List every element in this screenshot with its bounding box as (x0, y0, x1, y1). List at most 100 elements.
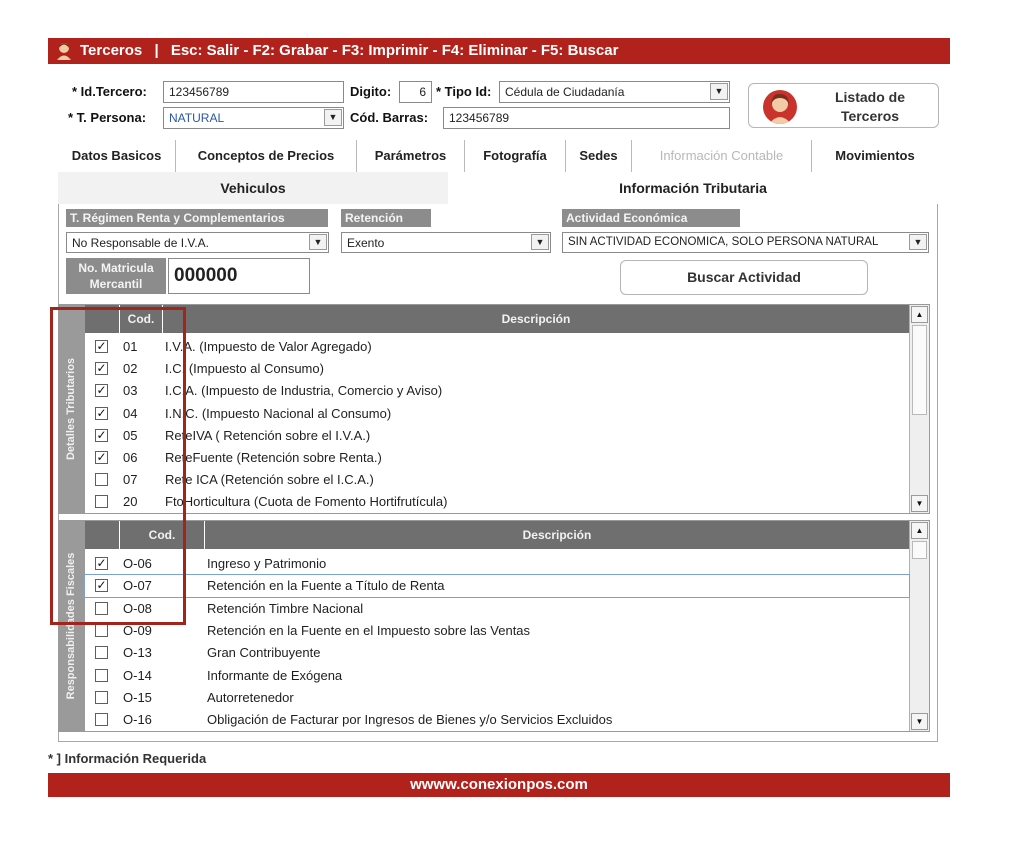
row-descripcion: Retención en la Fuente en el Impuesto so… (207, 622, 531, 638)
responsabilidades-fiscales-grid: Cod. Descripción ▲ ▼ ✓ O-06 Ingreso y Patr… (84, 520, 930, 732)
tab-sedes[interactable]: Sedes (566, 140, 632, 172)
table-row[interactable]: ✓ 03 I.C.A. (Impuesto de Industria, Comerc… (85, 380, 909, 402)
table-row[interactable]: ✓ 06 ReteFuente (Retención sobre Renta.) (85, 447, 909, 469)
tipo-persona-value: NATURAL (169, 111, 225, 125)
required-note: * ] Información Requerida (48, 751, 207, 766)
row-descripcion: I.N.C. (Impuesto Nacional al Consumo) (165, 405, 392, 421)
subtab-informacion-tributaria[interactable]: Información Tributaria (448, 172, 938, 204)
tab-movimientos[interactable]: Movimientos (812, 140, 938, 172)
chevron-down-icon[interactable]: ▼ (710, 83, 728, 100)
scroll-up-icon[interactable]: ▲ (911, 306, 928, 323)
row-descripcion: Retención Timbre Nacional (207, 600, 364, 616)
row-checkbox[interactable] (95, 623, 108, 637)
responsabilidades-scrollbar[interactable]: ▲ ▼ (909, 521, 929, 731)
scroll-thumb[interactable] (912, 325, 927, 415)
header-descripcion: Descripción (205, 521, 909, 549)
table-row[interactable]: O-15 Autorretenedor (85, 687, 909, 709)
table-row[interactable]: 07 Rete ICA (Retención sobre el I.C.A.) (85, 469, 909, 491)
chevron-down-icon[interactable]: ▼ (531, 234, 549, 250)
id-tercero-field[interactable]: 123456789 (163, 81, 344, 103)
tab-conceptos-precios[interactable]: Conceptos de Precios (176, 140, 357, 172)
title-bar: Terceros | Esc: Salir - F2: Grabar - F3:… (48, 38, 950, 64)
row-checkbox[interactable] (95, 713, 108, 727)
regimen-value: No Responsable de I.V.A. (72, 236, 209, 250)
user-icon (57, 43, 71, 60)
chevron-down-icon[interactable]: ▼ (324, 109, 342, 126)
tab-parametros[interactable]: Parámetros (357, 140, 465, 172)
row-descripcion: I.C.A. (Impuesto de Industria, Comercio … (165, 383, 443, 399)
row-cod: O-14 (123, 667, 152, 683)
row-descripcion: Obligación de Facturar por Ingresos de B… (207, 712, 613, 728)
module-title: Terceros (80, 42, 143, 59)
table-row[interactable]: ✓ 04 I.N.C. (Impuesto Nacional al Consumo) (85, 403, 909, 425)
matricula-field[interactable]: 000000 (168, 258, 310, 294)
row-descripcion: Autorretenedor (207, 689, 294, 705)
table-row[interactable]: ✓ 05 ReteIVA ( Retención sobre el I.V.A.) (85, 425, 909, 447)
matricula-label-line2: Mercantil (89, 277, 143, 291)
scroll-down-icon[interactable]: ▼ (911, 495, 928, 512)
row-cod: O-16 (123, 712, 152, 728)
digito-label: Digito: (350, 84, 392, 99)
row-checkbox[interactable] (95, 668, 108, 682)
tab-datos-basicos[interactable]: Datos Basicos (58, 140, 176, 172)
listado-terceros-button[interactable]: Listado de Terceros (748, 83, 939, 128)
matricula-label: No. Matricula Mercantil (66, 258, 166, 294)
row-descripcion: ReteFuente (Retención sobre Renta.) (165, 450, 382, 465)
row-descripcion: Retención en la Fuente a Título de Renta (207, 578, 445, 594)
table-row[interactable]: O-08 Retención Timbre Nacional (85, 598, 909, 620)
table-row[interactable]: ✓ 02 I.C. (Impuesto al Consumo) (85, 358, 909, 380)
retencion-label: Retención (341, 209, 431, 227)
retencion-select[interactable]: Exento ▼ (341, 232, 551, 253)
table-row[interactable]: ✓ 01 I.V.A. (Impuesto de Valor Agregado) (85, 336, 909, 358)
scroll-down-icon[interactable]: ▼ (911, 713, 928, 730)
scroll-up-icon[interactable]: ▲ (911, 522, 928, 539)
header-descripcion: Descripción (163, 305, 909, 333)
row-descripcion: FtoHorticultura (Cuota de Fomento Hortif… (165, 494, 448, 510)
row-descripcion: Ingreso y Patrimonio (207, 556, 327, 571)
actividad-label: Actividad Económica (562, 209, 740, 227)
table-row[interactable]: O-14 Informante de Exógena (85, 665, 909, 687)
table-row[interactable]: O-09 Retención en la Fuente en el Impuest… (85, 620, 909, 642)
row-cod: O-15 (123, 689, 152, 705)
row-descripcion: I.C. (Impuesto al Consumo) (165, 361, 324, 377)
tipo-persona-select[interactable]: NATURAL ▼ (163, 107, 344, 129)
retencion-value: Exento (347, 236, 385, 250)
row-descripcion: I.V.A. (Impuesto de Valor Agregado) (165, 339, 372, 354)
tipo-persona-label: * T. Persona: (68, 110, 147, 125)
cod-barras-label: Cód. Barras: (350, 110, 429, 125)
detalles-scrollbar[interactable]: ▲ ▼ (909, 305, 929, 513)
matricula-label-line1: No. Matricula (78, 261, 154, 275)
detalles-tributarios-grid: Cod. Descripción ▲ ▼ ✓ 01 I.V.A. (Impuesto… (84, 304, 930, 514)
row-checkbox[interactable] (95, 690, 108, 704)
table-row[interactable]: ✓ O-07 Retención en la Fuente a Título de … (84, 574, 910, 599)
tab-fotografia[interactable]: Fotografía (465, 140, 566, 172)
chevron-down-icon[interactable]: ▼ (909, 234, 927, 250)
chevron-down-icon[interactable]: ▼ (309, 234, 327, 250)
scroll-thumb[interactable] (912, 541, 927, 559)
terceros-window: Terceros | Esc: Salir - F2: Grabar - F3:… (0, 0, 1024, 865)
listado-label-line2: Terceros (840, 108, 900, 124)
tipo-id-value: Cédula de Ciudadanía (505, 85, 625, 99)
digito-field[interactable]: 6 (399, 81, 432, 103)
tab-bar: Datos Basicos Conceptos de Precios Parám… (58, 140, 938, 172)
title-separator: | (154, 42, 159, 59)
tab-informacion-contable: Información Contable (632, 140, 812, 172)
table-row[interactable]: O-13 Gran Contribuyente (85, 642, 909, 664)
actividad-value: SIN ACTIVIDAD ECONOMICA, SOLO PERSONA NA… (568, 236, 879, 248)
table-row[interactable]: 20 FtoHorticultura (Cuota de Fomento Hort… (85, 491, 909, 513)
row-descripcion: Gran Contribuyente (207, 645, 321, 661)
table-row[interactable]: O-16 Obligación de Facturar por Ingresos … (85, 709, 909, 731)
id-tercero-label: * Id.Tercero: (72, 84, 147, 99)
row-cod: O-13 (123, 645, 152, 661)
buscar-actividad-button[interactable]: Buscar Actividad (620, 260, 868, 295)
actividad-select[interactable]: SIN ACTIVIDAD ECONOMICA, SOLO PERSONA NA… (562, 232, 929, 253)
tipo-id-select[interactable]: Cédula de Ciudadanía ▼ (499, 81, 730, 103)
cod-barras-field[interactable]: 123456789 (443, 107, 730, 129)
shortcut-hints: Esc: Salir - F2: Grabar - F3: Imprimir -… (170, 42, 619, 59)
row-checkbox[interactable] (95, 646, 108, 660)
regimen-label: T. Régimen Renta y Complementarios (66, 209, 328, 227)
table-row[interactable]: ✓ O-06 Ingreso y Patrimonio (85, 553, 909, 575)
regimen-select[interactable]: No Responsable de I.V.A. ▼ (66, 232, 329, 253)
row-descripcion: Informante de Exógena (207, 667, 343, 683)
subtab-vehiculos[interactable]: Vehiculos (58, 172, 448, 204)
